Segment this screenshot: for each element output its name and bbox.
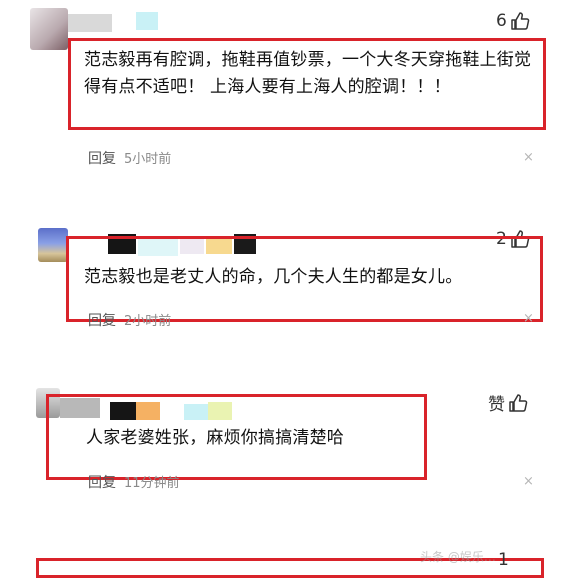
- like-button[interactable]: 6: [496, 11, 530, 31]
- close-icon[interactable]: ×: [523, 311, 534, 326]
- reply-button[interactable]: 回复: [88, 151, 116, 167]
- comment-meta: 回复 2小时前: [88, 310, 171, 330]
- comment-text: 范志毅再有腔调，拖鞋再值钞票，一个大冬天穿拖鞋上街觉得有点不适吧！ 上海人要有上…: [84, 50, 532, 97]
- thumbs-up-icon: [511, 12, 530, 30]
- reply-button[interactable]: 回复: [88, 475, 116, 491]
- like-button[interactable]: 赞: [488, 390, 528, 415]
- watermark: 头条 @娱乐…: [420, 550, 496, 564]
- thumbs-up-icon: [509, 393, 528, 412]
- timestamp: 5小时前: [124, 152, 172, 167]
- like-button[interactable]: 1: [498, 550, 509, 570]
- like-count: 1: [498, 550, 509, 570]
- comment-meta: 回复 11分钟前: [88, 472, 180, 492]
- like-label: 赞: [488, 395, 505, 415]
- comment-text: 范志毅也是老丈人的命，几个夫人生的都是女儿。: [84, 267, 463, 287]
- close-icon[interactable]: ×: [523, 150, 534, 165]
- comment-meta: 回复 5小时前: [88, 148, 171, 168]
- close-icon[interactable]: ×: [523, 474, 534, 489]
- username-redacted: [68, 14, 112, 32]
- reply-button[interactable]: 回复: [88, 313, 116, 329]
- username-redacted: [136, 12, 158, 30]
- avatar[interactable]: [38, 228, 68, 262]
- like-count: 6: [496, 11, 507, 31]
- avatar[interactable]: [30, 8, 68, 50]
- timestamp: 11分钟前: [124, 476, 180, 491]
- timestamp: 2小时前: [124, 314, 172, 329]
- comment-text: 人家老婆姓张，麻烦你搞搞清楚哈: [86, 428, 344, 448]
